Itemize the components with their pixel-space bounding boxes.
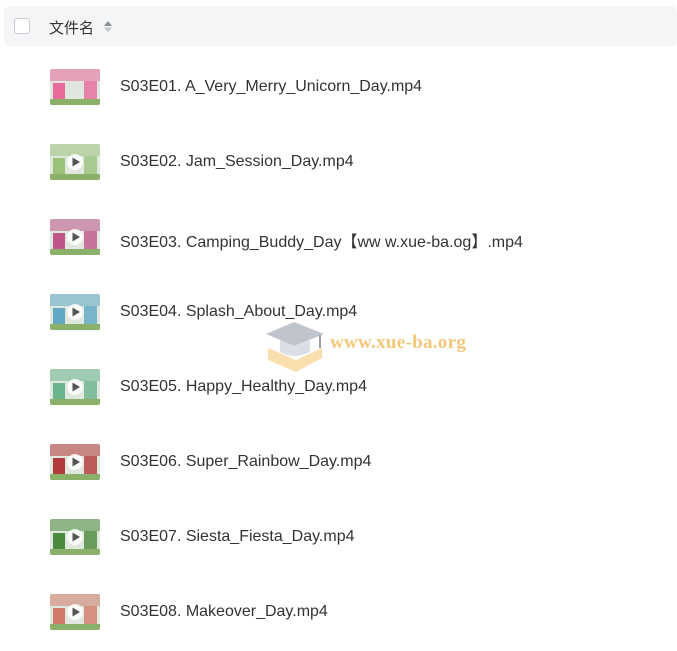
file-name[interactable]: S03E07. Siesta_Fiesta_Day.mp4 — [120, 528, 355, 546]
file-row[interactable]: S03E03. Camping_Buddy_Day【ww w.xue-ba.og… — [0, 201, 677, 276]
graduation-cap-icon — [266, 322, 324, 372]
file-name[interactable]: S03E02. Jam_Session_Day.mp4 — [120, 153, 354, 171]
file-name[interactable]: S03E08. Makeover_Day.mp4 — [120, 603, 328, 621]
file-row[interactable]: S03E06. Super_Rainbow_Day.mp4 — [0, 426, 677, 501]
file-row[interactable]: S03E02. Jam_Session_Day.mp4 — [0, 126, 677, 201]
watermark-text: www.xue-ba.org — [330, 332, 467, 353]
file-row[interactable]: S03E08. Makeover_Day.mp4 — [0, 576, 677, 651]
select-all-checkbox[interactable] — [14, 18, 30, 34]
file-name[interactable]: S03E01. A_Very_Merry_Unicorn_Day.mp4 — [120, 78, 422, 96]
video-thumbnail[interactable] — [50, 369, 100, 405]
file-list-header: 文件名 — [4, 6, 677, 46]
file-row[interactable]: S03E07. Siesta_Fiesta_Day.mp4 — [0, 501, 677, 576]
sort-icon[interactable] — [103, 19, 113, 34]
watermark: www.xue-ba.org — [262, 318, 487, 378]
video-thumbnail[interactable] — [50, 144, 100, 180]
column-title-filename[interactable]: 文件名 — [49, 17, 94, 38]
video-thumbnail[interactable] — [50, 444, 100, 480]
video-thumbnail[interactable] — [50, 594, 100, 630]
file-row[interactable]: S03E01. A_Very_Merry_Unicorn_Day.mp4 — [0, 51, 677, 126]
video-thumbnail[interactable] — [50, 219, 100, 255]
video-thumbnail[interactable] — [50, 519, 100, 555]
file-name[interactable]: S03E05. Happy_Healthy_Day.mp4 — [120, 378, 367, 396]
video-thumbnail[interactable] — [50, 294, 100, 330]
file-name[interactable]: S03E06. Super_Rainbow_Day.mp4 — [120, 453, 371, 471]
file-name[interactable]: S03E03. Camping_Buddy_Day【ww w.xue-ba.og… — [120, 228, 523, 252]
video-thumbnail[interactable] — [50, 69, 100, 105]
